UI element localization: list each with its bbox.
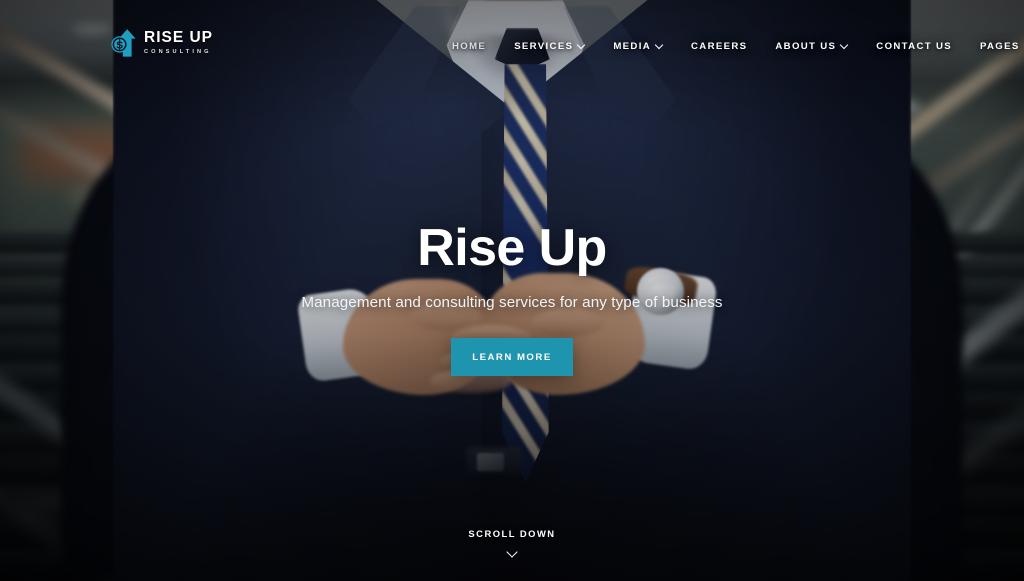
page-title: Rise Up xyxy=(417,219,607,277)
nav-item-careers[interactable]: CAREERS xyxy=(677,41,761,52)
nav-item-pages[interactable]: PAGES xyxy=(966,41,1024,52)
nav-item-label: PAGES xyxy=(979,41,1020,52)
brand-tagline: CONSULTING xyxy=(144,49,212,56)
nav-item-label: SERVICES xyxy=(514,41,574,52)
nav-item-label: MEDIA xyxy=(613,41,652,52)
nav-item-contact-us[interactable]: CONTACT US xyxy=(862,41,966,52)
learn-more-button[interactable]: LEARN MORE xyxy=(450,338,573,376)
chevron-down-icon xyxy=(841,42,848,49)
brand-name: RISE UP xyxy=(144,29,214,47)
nav-item-media[interactable]: MEDIA xyxy=(599,41,677,52)
nav-item-services[interactable]: SERVICES xyxy=(500,41,599,52)
chevron-down-icon xyxy=(656,42,663,49)
scroll-down-label: SCROLL DOWN xyxy=(468,528,556,539)
nav-item-label: CAREERS xyxy=(691,41,748,52)
scroll-down-indicator[interactable]: SCROLL DOWN xyxy=(0,528,1024,555)
chevron-down-icon xyxy=(578,42,585,49)
nav-item-label: CONTACT US xyxy=(876,41,952,52)
nav-item-label: HOME xyxy=(452,41,487,52)
nav-item-label: ABOUT US xyxy=(775,41,837,52)
nav-item-about-us[interactable]: ABOUT US xyxy=(761,41,862,52)
page-root: S RISE UP CONSULTING HOME SERVICES MEDIA xyxy=(0,0,1024,581)
nav-item-home[interactable]: HOME xyxy=(452,41,500,52)
dollar-arrow-up-icon: S xyxy=(110,28,138,58)
brand-logo[interactable]: S RISE UP CONSULTING xyxy=(110,28,213,58)
hero-subtitle: Management and consulting services for a… xyxy=(301,294,723,311)
main-navigation: HOME SERVICES MEDIA CAREERS ABOUT US CON… xyxy=(452,41,1024,52)
chevron-down-icon[interactable] xyxy=(507,548,518,555)
site-header: S RISE UP CONSULTING HOME SERVICES MEDIA xyxy=(0,0,1024,94)
